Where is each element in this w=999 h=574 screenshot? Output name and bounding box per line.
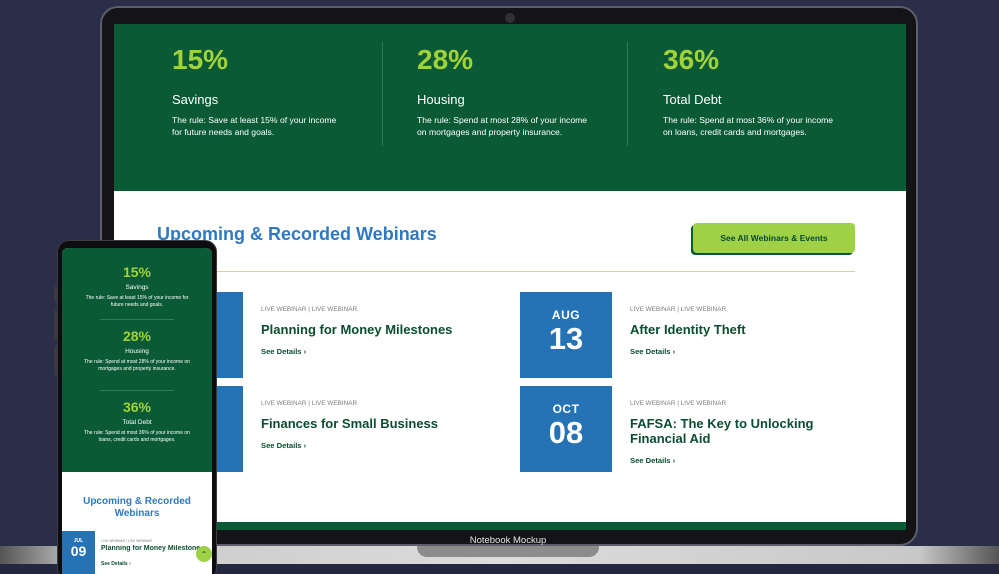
stat-description: The rule: Spend at most 36% of your inco… [84,430,190,443]
stat-percent: 28% [417,44,474,75]
stat-housing: 28% Housing The rule: Spend at most 28% … [417,42,617,138]
stat-label: Housing [125,348,149,355]
stat-savings: 15% Savings The rule: Save at least 15% … [172,42,372,138]
card-meta: LIVE WEBINAR | LIVE WEBINAR [261,306,358,313]
phone-date-badge: JUL 09 [62,531,95,574]
chevron-up-icon: ⌃ [200,549,208,559]
laptop-screen: 15% Savings The rule: Save at least 15% … [114,24,906,530]
phone-screen: 15% Savings The rule: Save at least 15% … [62,248,212,574]
date-badge: OCT 08 [520,386,612,472]
see-details-link[interactable]: See Details › [261,441,501,450]
stat-percent: 15% [172,44,229,75]
date-day: 08 [548,415,584,450]
card-text: LIVE WEBINAR | LIVE WEBINAR Finances for… [261,386,501,450]
stat-description: The rule: Spend at most 36% of your inco… [663,115,834,137]
see-details-link[interactable]: See Details › [630,347,870,356]
stat-percent: 15% [122,264,152,280]
card-title[interactable]: Planning for Money Milestones [261,322,501,337]
stat-percent: 36% [663,44,720,75]
stats-band: 15% Savings The rule: Save at least 15% … [114,24,906,191]
phone-stat-housing: 28% Housing The rule: Spend at most 28% … [62,328,212,372]
stat-total-debt: 36% Total Debt The rule: Spend at most 3… [663,42,863,138]
date-month: AUG [551,308,581,322]
see-details-link[interactable]: See Details › [630,456,870,465]
mockup-caption: Notebook Mockup [469,535,547,546]
stat-divider [382,42,383,146]
see-details-link[interactable]: See Details › [261,347,501,356]
card-meta: LIVE WEBINAR | LIVE WEBINAR [630,400,727,407]
date-badge: AUG 13 [520,292,612,378]
laptop-notch [417,546,599,557]
stat-description: The rule: Spend at most 28% of your inco… [417,115,588,137]
stat-label: Savings [125,284,149,291]
stat-percent: 28% [122,328,152,344]
stat-label: Total Debt [122,419,152,426]
phone-webinars-heading: Upcoming & Recorded Webinars [83,496,191,519]
phone-stats-band: 15% Savings The rule: Save at least 15% … [62,248,212,472]
card-meta: LIVE WEBINAR | LIVE WEBINAR [630,306,727,313]
date-month: OCT [552,402,580,416]
see-all-webinars-button[interactable]: See All Webinars & Events [693,223,855,253]
card-text: LIVE WEBINAR | LIVE WEBINAR Planning for… [261,292,501,356]
camera-icon [505,13,515,23]
stat-description: The rule: Spend at most 28% of your inco… [84,359,190,372]
card-meta: LIVE WEBINAR | LIVE WEBINAR [261,400,358,407]
card-text: LIVE WEBINAR | LIVE WEBINAR After Identi… [630,292,870,356]
card-title[interactable]: After Identity Theft [630,322,870,337]
phone-side-button [54,286,58,302]
scroll-top-button[interactable]: ⌃ [196,546,212,562]
phone-side-button [54,310,58,340]
card-title[interactable]: FAFSA: The Key to Unlocking Financial Ai… [630,416,870,446]
stat-description: The rule: Save at least 15% of your inco… [85,295,189,308]
card-title[interactable]: Planning for Money Milestones [101,545,201,552]
stat-percent: 36% [122,399,152,415]
footer-band [114,522,906,530]
see-details-link[interactable]: See Details › [101,561,131,567]
card-text: LIVE WEBINAR | LIVE WEBINAR FAFSA: The K… [630,386,870,465]
stat-divider [100,390,174,391]
phone-stat-savings: 15% Savings The rule: Save at least 15% … [62,264,212,308]
stat-label: Housing [417,92,465,107]
card-title[interactable]: Finances for Small Business [261,416,501,431]
section-divider [157,271,855,272]
stat-label: Savings [172,92,219,107]
date-day: 09 [70,543,87,559]
card-meta: LIVE WEBINAR | LIVE WEBINAR [101,539,152,543]
stat-divider [627,42,628,146]
stat-label: Total Debt [663,92,722,107]
phone-stat-total-debt: 36% Total Debt The rule: Spend at most 3… [62,399,212,443]
date-day: 13 [548,321,584,356]
phone-side-button [54,346,58,376]
stat-description: The rule: Save at least 15% of your inco… [172,115,337,137]
stat-divider [100,319,174,320]
